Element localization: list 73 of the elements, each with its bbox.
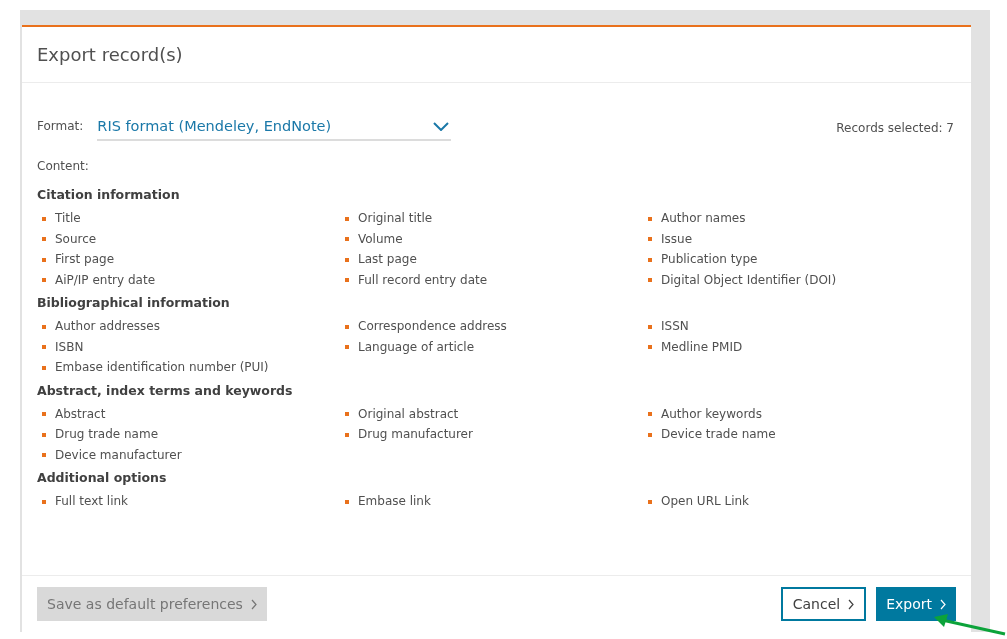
bullet-icon [345,324,349,329]
bullet-icon [42,453,46,458]
field-name: Device manufacturer [55,446,182,464]
field-name: Author names [661,210,746,227]
section-heading: Additional options [37,470,168,485]
bullet-icon [648,324,652,329]
bullet-icon [648,432,652,437]
export-button[interactable]: Export [876,587,956,621]
field-name: Device trade name [661,426,776,443]
bullet-icon [648,412,652,417]
bullet-icon [648,499,652,504]
bullet-icon [345,278,349,283]
content-label: Content: [37,159,90,173]
bullet-icon [42,345,46,350]
bullet-icon [648,216,652,221]
bullet-icon [42,499,46,504]
bullet-icon [345,499,349,504]
format-dropdown[interactable]: RIS format (Mendeley, EndNote) [97,118,452,141]
bullet-icon [648,257,652,262]
field-name: Abstract [55,405,106,423]
bullet-icon [345,257,349,262]
field-name: Open URL Link [661,493,750,510]
format-label: Format: [37,119,84,135]
field-name: Author addresses [55,318,160,335]
records-selected-count: Records selected: 7 [836,121,955,137]
cancel-button[interactable]: Cancel [780,587,867,621]
field-name: Issue [661,230,693,248]
bullet-icon [42,278,46,283]
bullet-icon [42,412,46,417]
chevron-right-icon [250,598,257,610]
bullet-icon [42,237,46,242]
bullet-icon [42,216,46,221]
bullet-icon [345,216,349,221]
bullet-icon [345,412,349,417]
chevron-right-icon [848,598,855,610]
field-name: Embase identification number (PUI) [55,359,269,376]
field-name: Title [55,210,81,227]
bullet-icon [345,237,349,242]
field-name: Original title [358,210,433,227]
bullet-icon [648,278,652,283]
bullet-icon [42,257,46,262]
section-heading: Abstract, index terms and keywords [37,382,294,398]
chevron-down-icon [433,121,450,131]
bullet-icon [345,432,349,437]
field-name: AiP/IP entry date [55,271,155,289]
field-name: Last page [358,251,417,268]
field-name: Source [55,230,97,248]
field-name: Full record entry date [358,271,488,289]
bullet-icon [648,237,652,242]
bullet-icon [345,345,349,350]
field-name: Language of article [358,338,475,356]
section-heading: Bibliographical information [37,295,231,310]
field-name: Drug manufacturer [358,426,473,443]
field-name: First page [55,251,115,268]
dialog-title: Export record(s) [37,44,183,65]
field-name: Author keywords [661,405,762,423]
chevron-right-icon [940,598,946,610]
field-name: Publication type [661,251,758,268]
section-heading: Citation information [37,187,181,202]
field-name: Digital Object Identifier (DOI) [661,271,837,289]
bullet-icon [42,365,46,370]
field-name: Volume [358,230,403,248]
field-name: Embase link [358,493,431,510]
field-name: Full text link [55,493,129,510]
field-name: ISSN [661,318,689,335]
bullet-icon [42,324,46,329]
field-name: ISBN [55,338,84,356]
field-name: Medline PMID [661,338,743,356]
field-name: Correspondence address [358,318,507,335]
bullet-icon [648,345,652,350]
bullet-icon [42,432,46,437]
field-name: Original abstract [358,405,459,423]
field-name: Drug trade name [55,426,159,443]
